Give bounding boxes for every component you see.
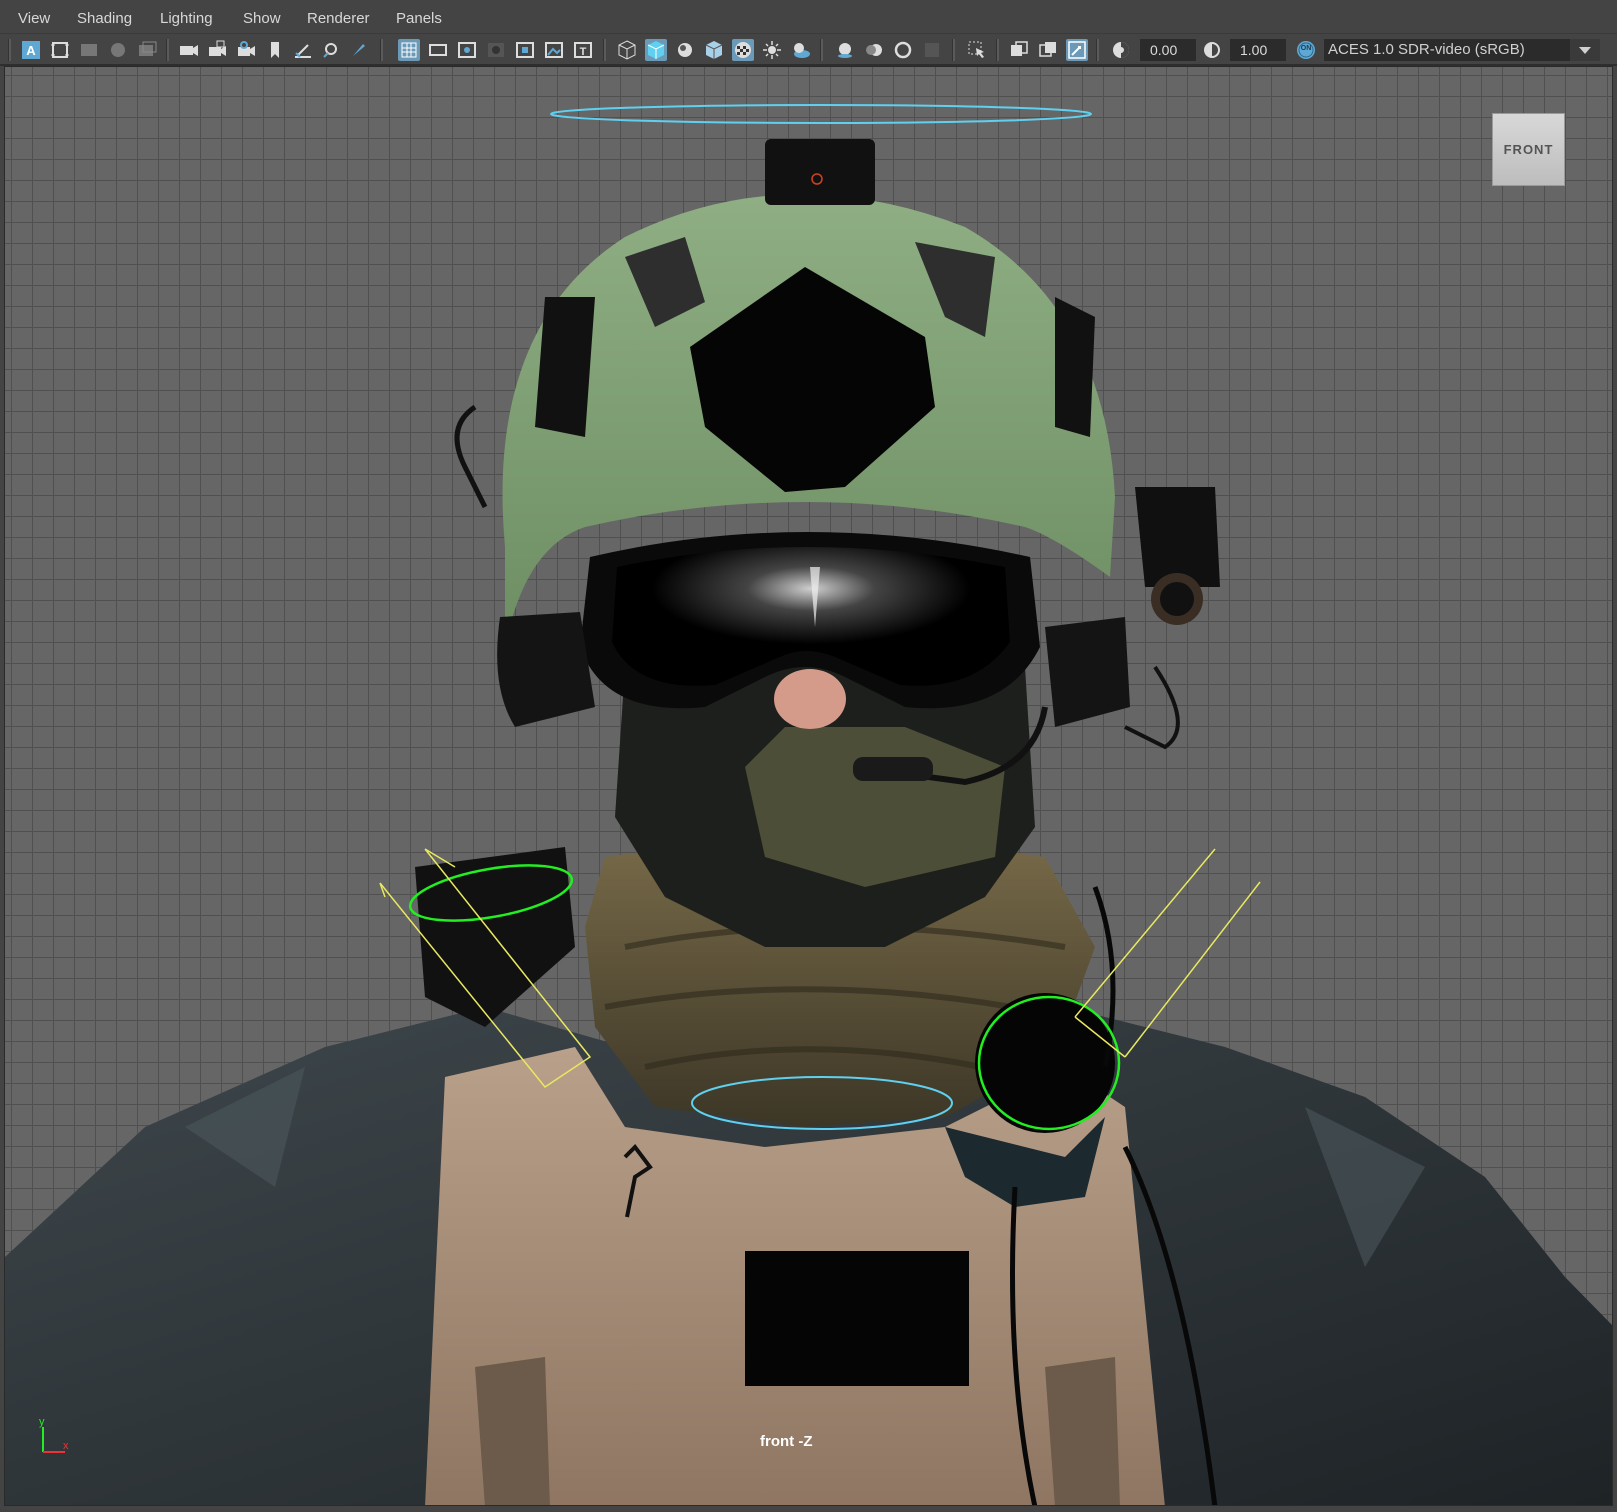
vest-patch [745, 1251, 969, 1386]
resolution-gate-icon[interactable] [456, 39, 478, 61]
multisample-anti-aliasing-icon[interactable] [892, 39, 914, 61]
grease-pencil-icon[interactable] [292, 39, 314, 61]
axis-x-label: x [63, 1440, 69, 1452]
gamma-field[interactable]: 1.00 [1230, 39, 1286, 61]
nose [774, 669, 846, 729]
grid-icon[interactable] [398, 39, 420, 61]
svg-text:T: T [580, 46, 587, 58]
panel-toolbar: A T 0.00 1.00 ON ACES 1.0 SDR-video (sRG… [0, 34, 1617, 66]
camera-name-label: front -Z [760, 1433, 813, 1450]
menu-lighting[interactable]: Lighting [160, 10, 213, 27]
bookmark-icon[interactable] [264, 39, 286, 61]
color-management-on-label: ON [1300, 45, 1312, 52]
image-plane-icon[interactable] [107, 39, 129, 61]
color-space-label: ACES 1.0 SDR-video (sRGB) [1328, 41, 1525, 58]
menu-panels[interactable]: Panels [396, 10, 442, 27]
menu-shading[interactable]: Shading [77, 10, 132, 27]
wireframe-icon[interactable] [616, 39, 638, 61]
field-chart-icon[interactable] [514, 39, 536, 61]
camera-icon[interactable] [178, 39, 200, 61]
toolbar-separator [166, 39, 169, 61]
xray-joints-icon[interactable] [1037, 39, 1059, 61]
gamma-icon[interactable] [1201, 39, 1223, 61]
toolbar-separator [380, 39, 383, 61]
left-earpiece [497, 612, 595, 727]
right-earpiece [1045, 617, 1130, 727]
toolbar-separator [820, 39, 823, 61]
motion-blur-icon[interactable] [863, 39, 885, 61]
toolbar-separator [952, 39, 955, 61]
paint-brush-icon[interactable] [348, 39, 370, 61]
select-camera-icon[interactable]: A [20, 39, 42, 61]
exposure-field[interactable]: 0.00 [1140, 39, 1196, 61]
shadows-icon[interactable] [790, 39, 812, 61]
bookmarks-icon[interactable] [78, 39, 100, 61]
chevron-down-icon [1579, 47, 1591, 54]
toolbar-separator [8, 39, 11, 61]
gate-mask-icon[interactable] [485, 39, 507, 61]
exposure-icon[interactable] [1110, 39, 1132, 61]
view-cube[interactable]: FRONT [1492, 113, 1565, 186]
color-space-dropdown-arrow[interactable] [1570, 39, 1600, 61]
menu-view[interactable]: View [18, 10, 50, 27]
xray-icon[interactable] [1008, 39, 1030, 61]
motion-trail-icon[interactable] [320, 39, 342, 61]
screen-space-ao-icon[interactable] [834, 39, 856, 61]
axis-indicator-icon: y x [39, 1417, 69, 1453]
axis-y-label: y [39, 1417, 45, 1428]
maya-viewport-window: View Shading Lighting Show Renderer Pane… [0, 0, 1617, 1512]
lock-camera-icon[interactable] [207, 39, 229, 61]
checker-texture-icon[interactable] [732, 39, 754, 61]
menu-show[interactable]: Show [243, 10, 281, 27]
menu-renderer[interactable]: Renderer [307, 10, 370, 27]
safe-action-icon[interactable] [543, 39, 565, 61]
xray-active-components-icon[interactable] [1066, 39, 1088, 61]
depth-of-field-icon[interactable] [921, 39, 943, 61]
use-all-lights-icon[interactable] [761, 39, 783, 61]
panel-menu-bar: View Shading Lighting Show Renderer Pane… [0, 0, 1617, 34]
2d-pan-zoom-icon[interactable] [136, 39, 158, 61]
camera-settings-icon[interactable] [236, 39, 258, 61]
svg-text:A: A [26, 43, 36, 58]
color-space-dropdown[interactable]: ACES 1.0 SDR-video (sRGB) [1324, 39, 1570, 61]
safe-title-icon[interactable]: T [572, 39, 594, 61]
color-management-toggle-icon[interactable]: ON [1295, 39, 1317, 61]
scene-render [5, 104, 1612, 1505]
toolbar-separator [1096, 39, 1099, 61]
camera-attributes-icon[interactable] [49, 39, 71, 61]
film-gate-icon[interactable] [427, 39, 449, 61]
3d-viewport[interactable]: FRONT front -Z y x [4, 66, 1613, 1506]
smooth-shade-icon[interactable] [645, 39, 667, 61]
head-control-curve[interactable] [550, 104, 1092, 124]
toolbar-separator [603, 39, 606, 61]
default-quality-lighting-icon[interactable] [674, 39, 696, 61]
textured-icon[interactable] [703, 39, 725, 61]
toolbar-separator [996, 39, 999, 61]
isolate-select-icon[interactable] [966, 39, 988, 61]
